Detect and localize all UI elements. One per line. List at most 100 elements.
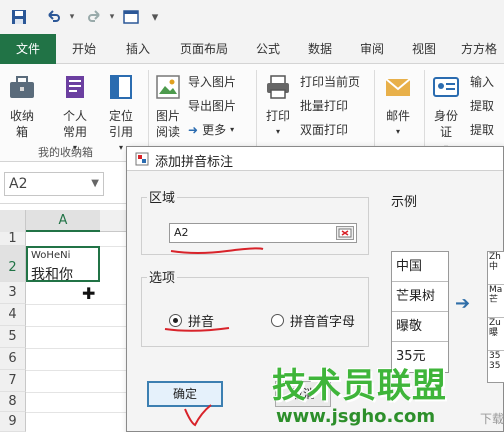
print-current-page-label: 打印当前页 xyxy=(300,75,361,89)
more-button[interactable]: ➜ 更多 ▾ xyxy=(188,120,234,140)
radio-pinyin[interactable]: 拼音 xyxy=(169,311,214,330)
example-after-row: Zh 中 xyxy=(488,252,504,285)
id-card-label: 身份证 xyxy=(433,109,458,139)
options-label: 选项 xyxy=(147,267,178,286)
radio-pinyin-initial-circle xyxy=(271,314,284,327)
select-all-corner[interactable] xyxy=(0,210,26,232)
cell-a2-pinyin: WoHeNi xyxy=(31,250,71,261)
export-image-button[interactable]: 导出图片 xyxy=(188,96,236,116)
arrow-right-icon: ➜ xyxy=(188,123,199,137)
row-header-1[interactable]: 1 xyxy=(0,232,26,246)
gridline xyxy=(26,412,140,413)
radio-pinyin-circle xyxy=(169,314,182,327)
row-header-3[interactable]: 3 xyxy=(0,282,26,304)
input-label: 输入 xyxy=(470,75,495,89)
range-picker-icon[interactable] xyxy=(336,226,354,240)
column-header-a[interactable]: A xyxy=(26,210,100,232)
collect-box-label: 收纳箱 xyxy=(10,109,35,139)
gridline xyxy=(26,326,140,327)
print-label: 打印 xyxy=(265,109,290,123)
tab-formulas[interactable]: 公式 xyxy=(248,34,288,64)
toolbox-icon xyxy=(4,72,40,106)
personal-common-label: 个人常用 xyxy=(62,109,87,139)
row-header-9[interactable]: 9 xyxy=(0,412,26,432)
quick-access-toolbar: ▾ ▾ ▾ xyxy=(0,0,504,34)
gridline xyxy=(26,370,140,371)
ribbon-separator xyxy=(148,70,149,154)
form-icon[interactable] xyxy=(120,8,142,26)
ribbon-separator xyxy=(374,70,375,154)
example-after-row: Zu 曝 xyxy=(488,318,504,351)
example-before-table: 中国 芒果树 曝敬 35元 xyxy=(391,251,449,373)
locate-reference-label: 定位引用 xyxy=(108,109,133,139)
print-current-page-button[interactable]: 打印当前页 xyxy=(300,72,360,92)
mail-button[interactable]: 邮件 ▾ xyxy=(380,72,416,140)
more-label: 更多 xyxy=(202,123,227,137)
save-icon[interactable] xyxy=(8,8,30,26)
ribbon-tabs: 文件 开始 插入 页面布局 公式 数据 审阅 视图 方方格 xyxy=(0,34,504,64)
name-box[interactable]: A2 ▼ xyxy=(4,172,104,196)
tab-home[interactable]: 开始 xyxy=(62,34,106,64)
row-header-4[interactable]: 4 xyxy=(0,304,26,326)
arrow-right-icon: ➔ xyxy=(455,293,471,314)
range-input[interactable]: A2 xyxy=(169,223,357,243)
envelope-icon xyxy=(380,72,416,106)
tab-insert[interactable]: 插入 xyxy=(116,34,160,64)
extract-button-2[interactable]: 提取 xyxy=(470,120,494,140)
redo-icon[interactable] xyxy=(84,8,106,26)
import-image-button[interactable]: 导入图片 xyxy=(188,72,236,92)
watermark-url: www.jsgho.com xyxy=(276,406,436,427)
tab-page-layout[interactable]: 页面布局 xyxy=(170,34,238,64)
image-icon xyxy=(152,72,184,106)
ok-button[interactable]: 确定 xyxy=(147,381,223,407)
row-header-7[interactable]: 7 xyxy=(0,370,26,392)
customize-qat-icon[interactable]: ▾ xyxy=(148,8,162,26)
tab-data[interactable]: 数据 xyxy=(300,34,340,64)
chevron-down-icon: ▾ xyxy=(230,125,235,134)
chevron-down-icon[interactable]: ▼ xyxy=(91,173,99,195)
extract-button-1[interactable]: 提取 xyxy=(470,96,494,116)
radio-pinyin-initial-label: 拼音首字母 xyxy=(290,315,356,330)
id-card-icon xyxy=(428,72,464,106)
tab-file[interactable]: 文件 xyxy=(0,34,56,64)
example-row: 芒果树 xyxy=(392,282,448,312)
watermark: 技术员联盟 www.jsgho.com 下载 xyxy=(272,358,504,432)
batch-print-button[interactable]: 批量打印 xyxy=(300,96,348,116)
print-button[interactable]: 打印 ▾ xyxy=(262,72,294,140)
undo-dropdown-icon[interactable]: ▾ xyxy=(66,8,78,26)
input-button[interactable]: 输入 xyxy=(470,72,494,92)
tab-fangfange[interactable]: 方方格 xyxy=(454,34,504,64)
cell-a2[interactable]: WoHeNi 我和你 xyxy=(26,246,100,283)
duplex-print-label: 双面打印 xyxy=(300,123,349,137)
collect-box-button[interactable]: 收纳箱 xyxy=(4,72,40,140)
image-read-button[interactable]: 图片阅读 xyxy=(152,72,184,140)
tab-view[interactable]: 视图 xyxy=(404,34,444,64)
locate-reference-button[interactable]: 定位引用 ▾ xyxy=(98,72,144,156)
locate-icon xyxy=(98,72,144,106)
redo-dropdown-icon[interactable]: ▾ xyxy=(106,8,118,26)
dialog-title-bar[interactable]: 添加拼音标注 xyxy=(127,147,503,171)
example-after-row: Ma 芒 xyxy=(488,285,504,318)
personal-icon xyxy=(52,72,98,106)
radio-pinyin-label: 拼音 xyxy=(188,315,215,330)
row-header-2[interactable]: 2 xyxy=(0,246,26,282)
undo-icon[interactable] xyxy=(42,8,64,26)
id-card-button[interactable]: 身份证 ▾ xyxy=(428,72,464,156)
example-row: 曝敬 xyxy=(392,312,448,342)
watermark-brand: 技术员联盟 xyxy=(272,366,447,406)
group-label-my-collect: 我的收纳箱 xyxy=(38,146,93,159)
range-label: 区域 xyxy=(147,187,178,206)
name-box-value: A2 xyxy=(9,176,28,192)
image-read-label: 图片阅读 xyxy=(155,109,180,139)
mail-label: 邮件 xyxy=(385,109,410,123)
ribbon-separator xyxy=(256,70,257,154)
row-header-5[interactable]: 5 xyxy=(0,326,26,348)
watermark-mark: 下载 xyxy=(480,412,504,426)
row-header-8[interactable]: 8 xyxy=(0,392,26,412)
chevron-down-icon: ▾ xyxy=(395,127,400,136)
row-header-6[interactable]: 6 xyxy=(0,348,26,370)
ribbon-separator xyxy=(424,70,425,154)
tab-review[interactable]: 审阅 xyxy=(352,34,392,64)
radio-pinyin-initial[interactable]: 拼音首字母 xyxy=(271,311,355,330)
duplex-print-button[interactable]: 双面打印 xyxy=(300,120,348,140)
